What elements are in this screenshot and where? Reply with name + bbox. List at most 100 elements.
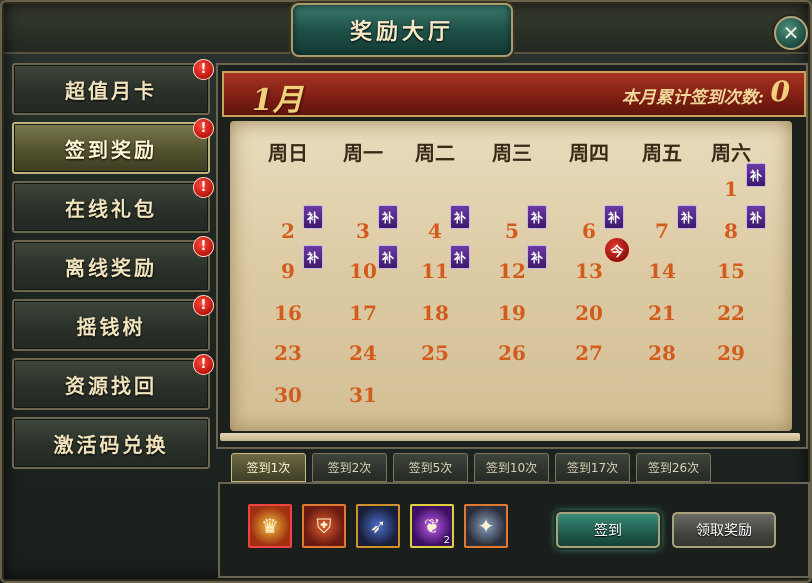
makeup-signin-icon[interactable]: 补	[746, 163, 766, 187]
calendar-day-30[interactable]: 30	[268, 383, 308, 407]
spirit-armor-icon: ✦	[477, 514, 495, 538]
calendar-day-23[interactable]: 23	[268, 341, 308, 365]
menu-item-3[interactable]: 离线奖励!	[12, 236, 214, 292]
calendar-day-14[interactable]: 14	[642, 259, 682, 283]
calendar-day-28[interactable]: 28	[642, 341, 682, 365]
calendar-day-24[interactable]: 24	[343, 341, 383, 365]
calendar-panel: 1月 本月累计签到次数: 0 周日 周一 周二 周三 周四 周五 周六 1 补 2 补 3 补 4 补 5 补 6…	[216, 63, 808, 449]
tab-signin-0[interactable]: 签到1次	[231, 453, 306, 482]
calendar-day-31[interactable]: 31	[343, 383, 383, 407]
tab-signin-5[interactable]: 签到26次	[636, 453, 711, 482]
reward-item-1[interactable]: ⛨	[302, 504, 346, 548]
makeup-signin-icon[interactable]: 补	[677, 205, 697, 229]
title-plate: 奖励大厅	[291, 3, 513, 57]
alert-badge-icon: !	[193, 295, 214, 316]
alert-badge-icon: !	[193, 236, 214, 257]
menu-item-label: 签到奖励	[65, 137, 157, 162]
calendar-day-3[interactable]: 3	[343, 219, 383, 243]
calendar-day-7[interactable]: 7	[642, 219, 682, 243]
weekday-header: 周六	[711, 141, 751, 165]
month-banner: 1月 本月累计签到次数: 0	[222, 71, 806, 118]
calendar-scroll: 周日 周一 周二 周三 周四 周五 周六 1 补 2 补 3 补 4 补 5 补 6 补 7 补 8 补 9 补 10 补 11 补 12…	[230, 121, 792, 431]
menu-item-6[interactable]: 激活码兑换	[12, 417, 210, 469]
weekday-header: 周日	[268, 141, 308, 165]
reward-count: 2	[443, 535, 450, 546]
menu-item-label: 在线礼包	[65, 196, 157, 221]
makeup-signin-icon[interactable]: 补	[450, 245, 470, 269]
reward-item-4[interactable]: ✦	[464, 504, 508, 548]
red-shield-icon: ⛨	[316, 514, 332, 538]
reward-item-2[interactable]: ➶	[356, 504, 400, 548]
menu-item-label: 超值月卡	[65, 78, 157, 103]
calendar-day-17[interactable]: 17	[343, 301, 383, 325]
makeup-signin-icon[interactable]: 补	[378, 245, 398, 269]
calendar-day-27[interactable]: 27	[569, 341, 609, 365]
menu-item-label: 离线奖励	[65, 255, 157, 280]
scroll-rod	[220, 433, 800, 441]
menu-item-label: 资源找回	[65, 373, 157, 398]
calendar-day-25[interactable]: 25	[415, 341, 455, 365]
makeup-signin-icon[interactable]: 补	[527, 205, 547, 229]
reward-hall-window: 奖励大厅 ✕ 超值月卡! 签到奖励! 在线礼包! 离线奖励! 摇钱树! 资源找回! 激活码兑…	[0, 0, 812, 583]
calendar-day-12[interactable]: 12	[492, 259, 532, 283]
calendar-day-21[interactable]: 21	[642, 301, 682, 325]
calendar-day-19[interactable]: 19	[492, 301, 532, 325]
blue-blade-icon: ➶	[369, 514, 387, 538]
makeup-signin-icon[interactable]: 补	[303, 205, 323, 229]
menu-item-4[interactable]: 摇钱树!	[12, 295, 214, 351]
calendar-day-4[interactable]: 4	[415, 219, 455, 243]
window-title: 奖励大厅	[349, 19, 454, 45]
menu-item-0[interactable]: 超值月卡!	[12, 59, 214, 115]
tab-signin-3[interactable]: 签到10次	[474, 453, 549, 482]
reward-item-0[interactable]: ♛	[248, 504, 292, 548]
calendar-day-6[interactable]: 6	[569, 219, 609, 243]
tab-signin-2[interactable]: 签到5次	[393, 453, 468, 482]
tab-signin-4[interactable]: 签到17次	[555, 453, 630, 482]
total-signin-label: 本月累计签到次数:	[621, 88, 764, 108]
calendar-day-2[interactable]: 2	[268, 219, 308, 243]
calendar-day-8[interactable]: 8	[711, 219, 751, 243]
claim-reward-button[interactable]: 领取奖励	[672, 512, 776, 548]
calendar-day-13[interactable]: 13	[569, 259, 609, 283]
makeup-signin-icon[interactable]: 补	[378, 205, 398, 229]
alert-badge-icon: !	[193, 354, 214, 375]
month-label: 1月	[252, 83, 303, 118]
weekday-header: 周四	[569, 141, 609, 165]
tab-signin-1[interactable]: 签到2次	[312, 453, 387, 482]
weekday-header: 周一	[343, 141, 383, 165]
calendar-day-16[interactable]: 16	[268, 301, 308, 325]
calendar-day-18[interactable]: 18	[415, 301, 455, 325]
close-icon: ✕	[782, 21, 800, 45]
calendar-day-20[interactable]: 20	[569, 301, 609, 325]
menu-item-2[interactable]: 在线礼包!	[12, 177, 214, 233]
menu-item-label: 摇钱树	[76, 314, 146, 339]
calendar-day-1[interactable]: 1	[711, 177, 751, 201]
close-button[interactable]: ✕	[774, 16, 808, 50]
calendar-day-9[interactable]: 9	[268, 259, 308, 283]
alert-badge-icon: !	[193, 59, 214, 80]
purple-feather-icon: ❦	[423, 514, 441, 538]
reward-area: 签到 领取奖励 ♛ ⛨ ➶ ❦ 2 ✦	[218, 482, 810, 578]
calendar-day-5[interactable]: 5	[492, 219, 532, 243]
sign-in-button[interactable]: 签到	[556, 512, 660, 548]
today-marker-icon: 今	[604, 237, 630, 263]
calendar-day-26[interactable]: 26	[492, 341, 532, 365]
weekday-header: 周三	[492, 141, 532, 165]
menu-item-1[interactable]: 签到奖励!	[12, 118, 214, 174]
calendar-day-15[interactable]: 15	[711, 259, 751, 283]
reward-item-3[interactable]: ❦ 2	[410, 504, 454, 548]
calendar-day-10[interactable]: 10	[343, 259, 383, 283]
calendar-day-22[interactable]: 22	[711, 301, 751, 325]
weekday-header: 周二	[415, 141, 455, 165]
menu-item-5[interactable]: 资源找回!	[12, 354, 214, 410]
gold-crown-icon: ♛	[261, 514, 279, 538]
makeup-signin-icon[interactable]: 补	[303, 245, 323, 269]
makeup-signin-icon[interactable]: 补	[527, 245, 547, 269]
side-menu: 超值月卡! 签到奖励! 在线礼包! 离线奖励! 摇钱树! 资源找回! 激活码兑换	[12, 59, 214, 476]
makeup-signin-icon[interactable]: 补	[604, 205, 624, 229]
makeup-signin-icon[interactable]: 补	[746, 205, 766, 229]
calendar-day-11[interactable]: 11	[415, 259, 455, 283]
alert-badge-icon: !	[193, 118, 214, 139]
calendar-day-29[interactable]: 29	[711, 341, 751, 365]
makeup-signin-icon[interactable]: 补	[450, 205, 470, 229]
